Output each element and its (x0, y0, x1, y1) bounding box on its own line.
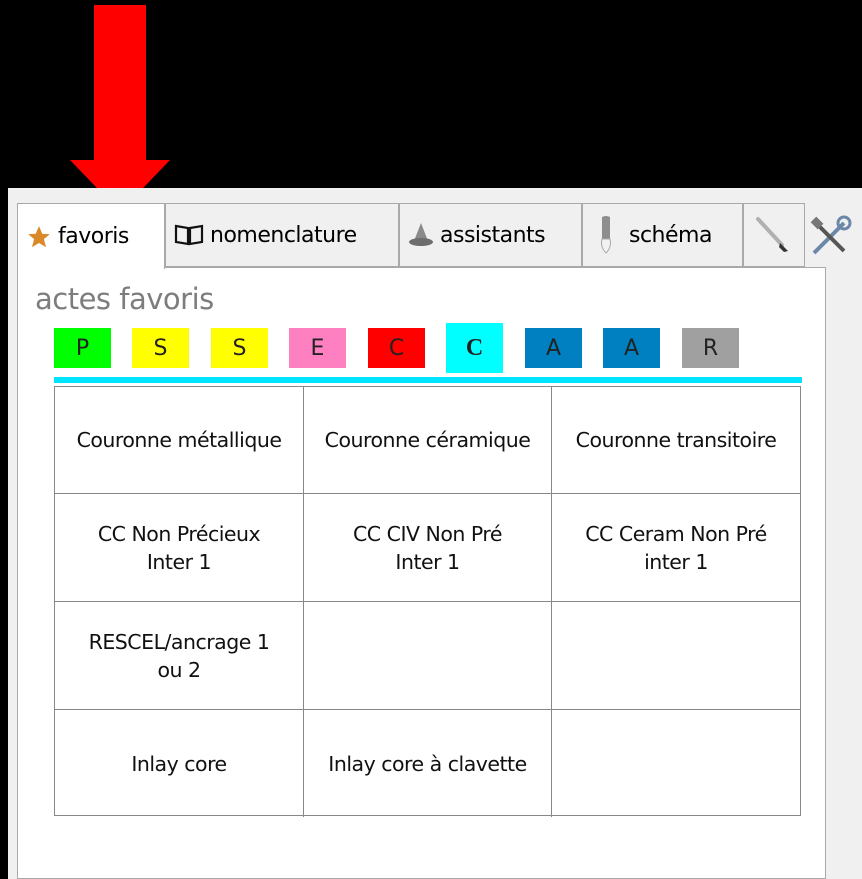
favorite-cell-empty[interactable] (552, 710, 800, 817)
category-a2[interactable]: A (603, 328, 660, 368)
tab-label: nomenclature (210, 222, 357, 248)
favorite-cell[interactable]: CC CIV Non Pré Inter 1 (304, 494, 552, 602)
tab-schema[interactable]: schéma (582, 203, 743, 267)
category-c2-active[interactable]: C (446, 323, 503, 373)
tab-nomenclature[interactable]: nomenclature (165, 203, 399, 267)
favorite-cell[interactable]: RESCEL/ancrage 1 ou 2 (55, 602, 304, 710)
book-icon (174, 223, 204, 247)
category-s1[interactable]: S (132, 328, 189, 368)
category-label: R (702, 335, 719, 361)
favorite-cell[interactable]: Inlay core à clavette (304, 710, 552, 817)
tab-favoris[interactable]: favoris (17, 203, 165, 269)
category-label: S (232, 335, 247, 361)
tab-assistants[interactable]: assistants (399, 203, 582, 267)
tab-label: assistants (440, 222, 546, 248)
favorite-cell[interactable]: Couronne céramique (304, 387, 552, 494)
favorite-cell[interactable]: Inlay core (55, 710, 304, 817)
favorite-cell-empty[interactable] (552, 602, 800, 710)
category-label: C (465, 334, 484, 361)
category-s2[interactable]: S (211, 328, 268, 368)
category-label: S (153, 335, 168, 361)
favorite-cell[interactable]: Couronne transitoire (552, 387, 800, 494)
favorites-grid: Couronne métallique Couronne céramique C… (54, 386, 801, 817)
category-p[interactable]: P (54, 328, 111, 368)
category-e[interactable]: E (289, 328, 346, 368)
tab-label: schéma (629, 222, 712, 248)
category-c1[interactable]: C (368, 328, 425, 368)
favorite-cell[interactable]: CC Ceram Non Pré inter 1 (552, 494, 800, 602)
tab-label: favoris (58, 224, 129, 249)
tab-brush[interactable] (743, 203, 805, 267)
category-r[interactable]: R (682, 328, 739, 368)
favorite-cell[interactable]: CC Non Précieux Inter 1 (55, 494, 304, 602)
star-icon (26, 224, 52, 250)
favorites-content: actes favoris P S S E C C A A R Couronne… (17, 267, 826, 879)
tooth-icon (597, 215, 615, 255)
section-title: actes favoris (35, 282, 214, 316)
category-label: P (75, 335, 90, 361)
category-label: A (623, 335, 640, 361)
category-a1[interactable]: A (525, 328, 582, 368)
favorite-cell-empty[interactable] (304, 602, 552, 710)
brush-icon (754, 215, 794, 255)
tab-bar: favoris nomenclature assistants schéma (17, 203, 862, 269)
active-category-underline (54, 377, 802, 383)
red-arrow-annotation (70, 5, 170, 212)
favorite-cell[interactable]: Couronne métallique (55, 387, 304, 494)
wizard-hat-icon (408, 222, 434, 248)
category-label: C (388, 335, 405, 361)
category-label: E (310, 335, 325, 361)
tools-icon[interactable] (808, 215, 852, 259)
category-label: A (545, 335, 562, 361)
